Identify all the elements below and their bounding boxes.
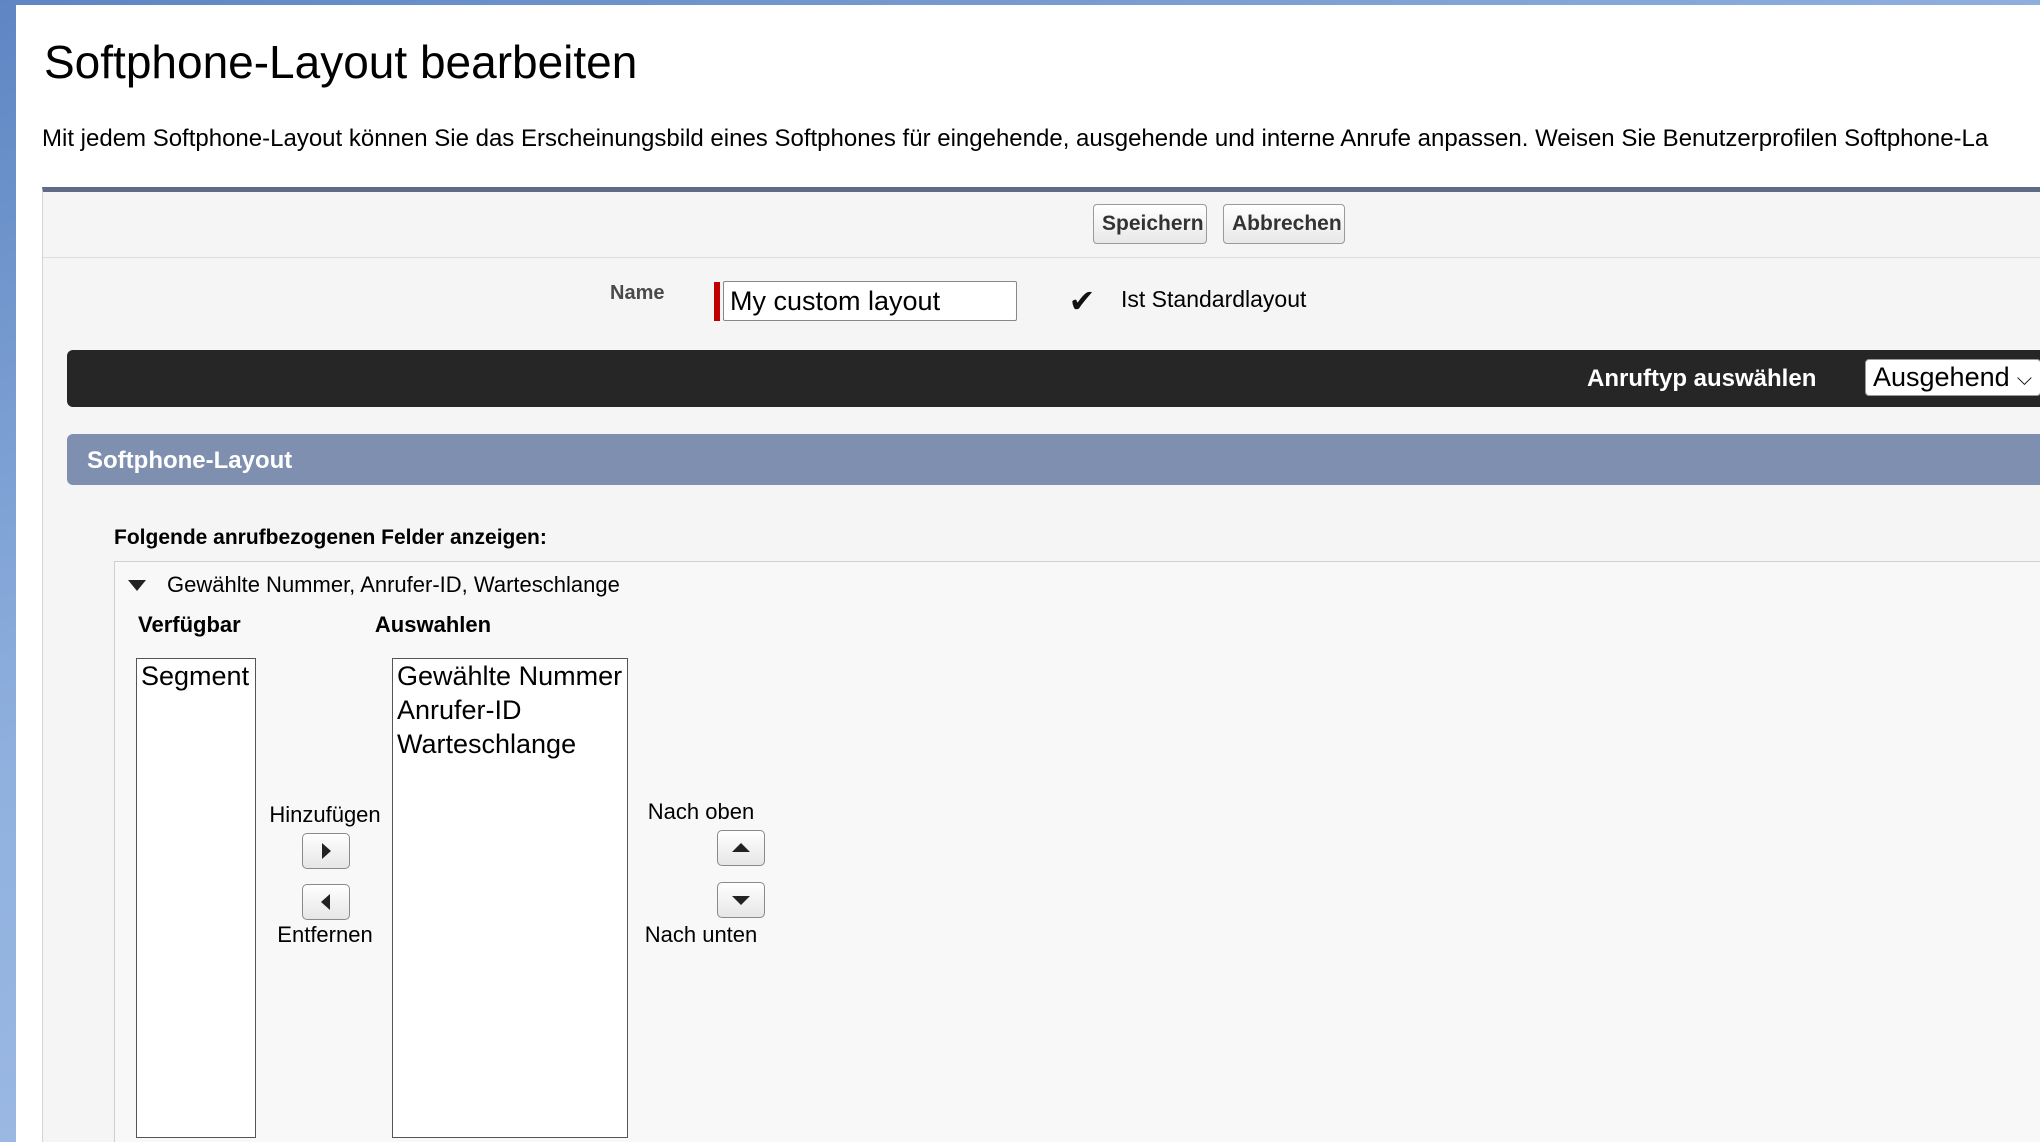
calltype-bar: Anruftyp auswählen Ausgehend ⌵ [67, 350, 2040, 407]
page-description: Mit jedem Softphone-Layout können Sie da… [42, 125, 1989, 152]
name-input[interactable] [723, 281, 1017, 321]
list-option[interactable]: Anrufer-ID [393, 693, 627, 727]
triangle-left-icon [321, 894, 330, 910]
chevron-down-icon: ⌵ [2016, 368, 2032, 390]
check-icon: ✔ [1068, 283, 1096, 319]
up-label: Nach oben [647, 799, 755, 824]
add-label: Hinzufügen [269, 802, 381, 827]
move-down-button[interactable] [717, 882, 765, 918]
available-listbox[interactable]: Segment [136, 658, 256, 1138]
page: Softphone-Layout bearbeiten Mit jedem So… [16, 5, 2040, 1142]
move-up-button[interactable] [717, 830, 765, 866]
triangle-down-icon[interactable] [128, 580, 146, 591]
section-header: Softphone-Layout [67, 434, 2040, 485]
save-button[interactable]: Speichern [1093, 204, 1207, 244]
list-option[interactable]: Warteschlange [393, 727, 627, 761]
list-option[interactable]: Gewählte Nummer [393, 659, 627, 693]
fields-label: Folgende anrufbezogenen Felder anzeigen: [114, 526, 547, 549]
field-group: Gewählte Nummer, Anrufer-ID, Warteschlan… [114, 561, 2040, 1142]
group-title: Gewählte Nummer, Anrufer-ID, Warteschlan… [167, 572, 620, 597]
button-bar: Speichern Abbrechen [43, 192, 2040, 258]
default-layout-checkbox[interactable]: ✔ [1067, 283, 1097, 319]
required-indicator [714, 282, 720, 321]
remove-label: Entfernen [277, 922, 373, 947]
selected-listbox[interactable]: Gewählte Nummer Anrufer-ID Warteschlange [392, 658, 628, 1138]
default-layout-label: Ist Standardlayout [1121, 286, 1307, 312]
available-header: Verfügbar [138, 612, 241, 637]
name-label: Name [610, 282, 665, 304]
calltype-select[interactable]: Ausgehend ⌵ [1865, 359, 2040, 396]
calltype-selected-value: Ausgehend [1873, 362, 2010, 392]
cancel-button[interactable]: Abbrechen [1223, 204, 1345, 244]
section-title: Softphone-Layout [87, 447, 293, 474]
list-option[interactable]: Segment [137, 659, 255, 693]
edit-panel: Speichern Abbrechen Name ✔ Ist Standardl… [42, 187, 2040, 1142]
calltype-label: Anruftyp auswählen [1587, 365, 1817, 392]
triangle-right-icon [322, 843, 331, 859]
add-button[interactable] [302, 833, 350, 869]
remove-button[interactable] [302, 884, 350, 920]
triangle-down-icon [732, 896, 750, 905]
page-title: Softphone-Layout bearbeiten [44, 36, 638, 88]
selected-header: Auswahlen [374, 612, 492, 637]
triangle-up-icon [732, 843, 750, 852]
down-label: Nach unten [644, 922, 758, 947]
